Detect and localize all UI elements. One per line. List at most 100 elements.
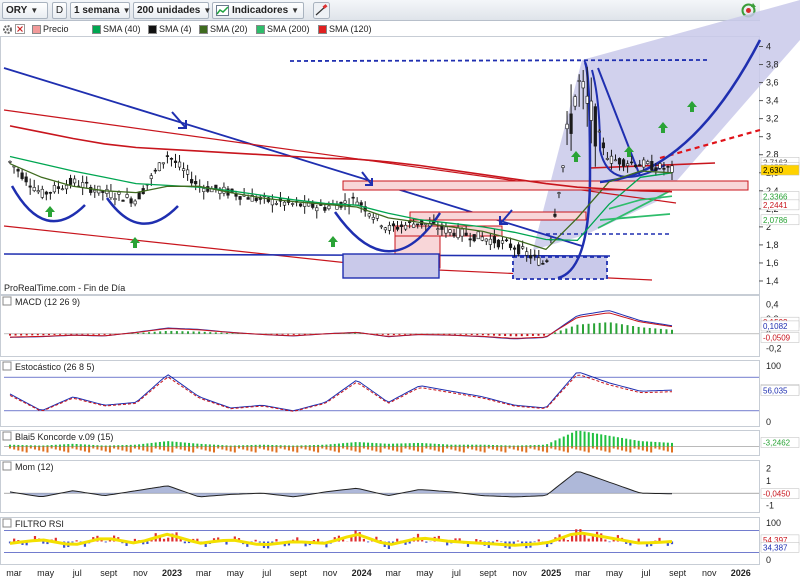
panel-title: MACD (12 26 9) [15,297,80,307]
candle-body [589,100,593,121]
candle-body [444,226,448,234]
candle-body [504,239,509,242]
candle-body [500,240,505,244]
candle-body [512,247,517,250]
candle-body [541,262,545,265]
candle-body [173,160,178,163]
panel-title-mom: Mom (12) [2,461,54,472]
candle-body [508,243,513,248]
badge-label: 56,035 [763,387,788,396]
candle-body [177,161,182,168]
price-badge: -3,2462 [760,437,800,448]
x-axis-label: nov [512,568,527,578]
price-axis-label: 3 [766,132,771,142]
indicator-axis-label: 0 [766,555,771,565]
candle-body [161,162,165,165]
panel-title-macd: MACD (12 26 9) [2,296,80,307]
candle-body [351,196,355,199]
candle-body [93,189,97,193]
candle-body [521,246,525,249]
candle-body [472,234,476,242]
chart-area[interactable]: MACD (12 26 9) Estocástico (26 8 5) Blai5 … [0,0,800,579]
candle-body [617,158,622,165]
badge-label: -0,0509 [763,333,791,342]
panel-title-estocastico: Estocástico (26 8 5) [2,361,95,372]
candle-body [194,181,198,185]
x-axis-label: mar [575,568,591,578]
candle-body [359,202,363,206]
x-axis-label: jul [261,568,271,578]
candle-body [68,177,73,185]
candle-body [666,166,670,168]
price-badge: -0,0450 [760,488,800,499]
accumulation-box [342,253,440,279]
source-label: ProRealTime.com - Fin de Día [4,283,125,293]
x-axis-label: 2023 [162,568,182,578]
candle-body [20,172,24,179]
candle-body [343,200,347,204]
candle-body [290,203,295,205]
candle-body [81,182,85,188]
indicator-axis-label: 0,4 [766,300,779,310]
candle-body [654,167,658,171]
badge-label: -3,2462 [763,439,791,448]
candle-body [646,161,650,164]
candle-body [525,251,529,256]
candle-body [238,196,242,200]
candle-body [468,238,472,241]
candle-body [165,155,170,157]
candle-body [72,178,77,184]
x-axis-label: nov [702,568,717,578]
badge-label: -0,0450 [763,490,791,499]
price-badge: 2,630 [760,164,800,176]
candle-body [577,80,581,82]
candle-body [181,168,186,172]
x-axis-label: mar [6,568,22,578]
panel-title: Mom (12) [15,462,54,472]
candle-body [109,190,113,199]
panel-title: Estocástico (26 8 5) [15,362,95,372]
price-axis-label: 3,4 [766,96,779,106]
candle-body [387,225,392,231]
candle-body [153,169,157,172]
candle-body [8,161,12,163]
indicator-axis-label: 100 [766,361,781,371]
price-axis-label: 3,2 [766,114,779,124]
panel-settings-icon [2,296,12,306]
candle-body [137,192,141,200]
candle-body [202,188,206,192]
candle-body [379,225,383,228]
badge-label: 2,0786 [763,216,788,225]
price-badge: 2,0786 [760,214,800,226]
candle-body [460,228,464,237]
candle-body [299,203,303,207]
badge-label: 0,1082 [763,322,788,331]
candle-body [101,190,105,193]
candle-body [315,207,319,212]
candle-body [254,197,258,201]
candle-body [234,193,238,197]
panel-settings-icon [2,518,12,528]
badge-label: 34,387 [763,543,788,552]
candle-body [601,142,605,149]
candle-body [60,188,65,191]
candle-body [533,254,537,257]
panel-settings-icon [2,361,12,371]
candle-body [456,227,460,238]
candle-body [371,217,375,220]
candle-body [670,165,674,173]
candle-body [569,113,573,134]
x-axis-label: mar [196,568,212,578]
candle-body [638,164,642,167]
panel-settings-icon [2,461,12,471]
candle-body [480,236,484,241]
candle-body [117,191,121,195]
price-axis-label: 4 [766,42,771,52]
candle-body [129,198,133,204]
candle-body [642,159,646,168]
candle-body [492,236,496,244]
panel-title-koncorde: Blai5 Koncorde v.09 (15) [2,431,113,442]
price-axis-label: 1,8 [766,240,779,250]
candle-body [32,187,36,191]
price-axis-label: 1,6 [766,258,779,268]
